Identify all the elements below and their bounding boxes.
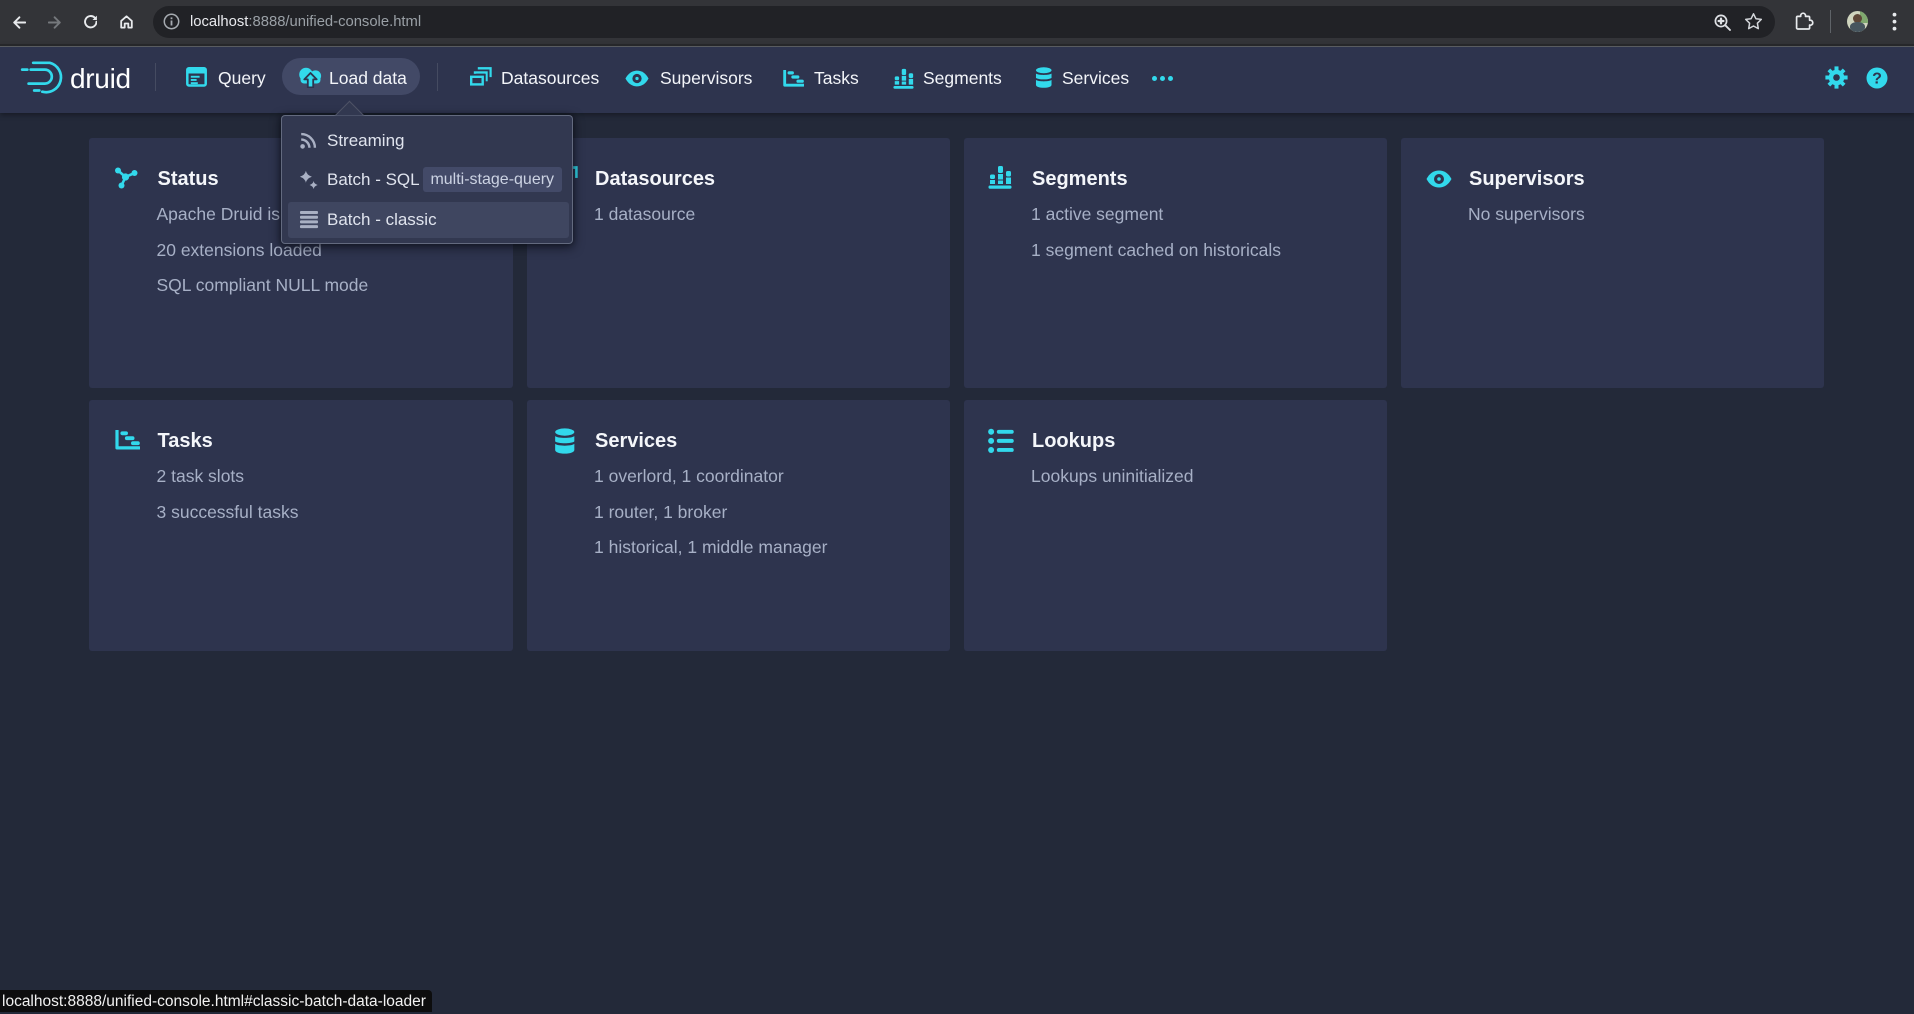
svg-text:?: ? <box>1872 71 1882 88</box>
